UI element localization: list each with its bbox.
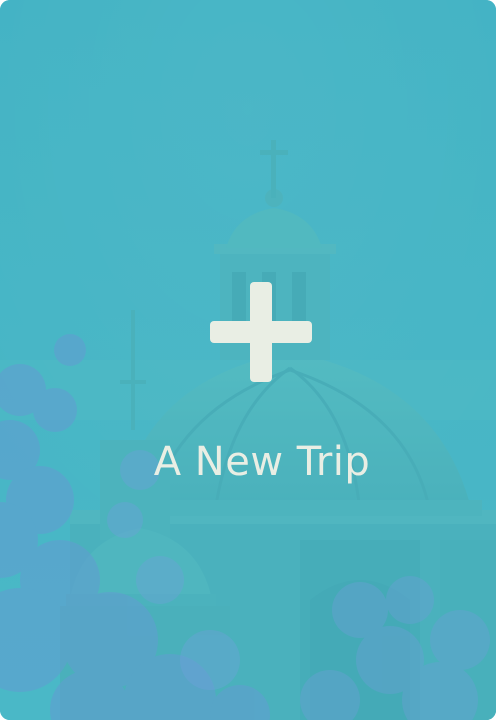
plus-icon[interactable]	[210, 282, 312, 382]
new-trip-card[interactable]: A New Trip	[0, 0, 496, 720]
new-trip-label[interactable]: A New Trip	[0, 434, 496, 490]
plus-icon-horizontal-bar	[210, 321, 312, 343]
